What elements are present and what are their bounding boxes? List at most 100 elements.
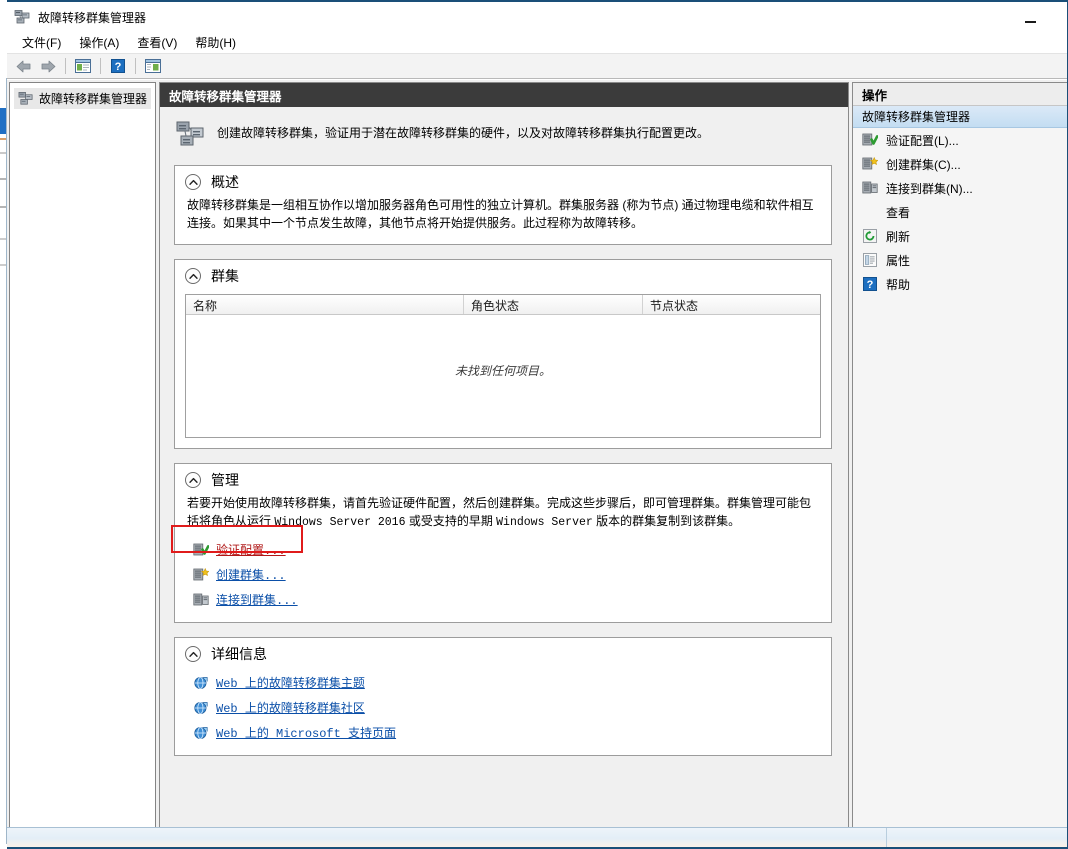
validate-configuration-row[interactable]: 验证配置...: [187, 537, 819, 562]
mgmt-text-3: 版本的群集复制到该群集。: [592, 514, 741, 528]
connect-to-cluster-row[interactable]: 连接到群集...: [187, 587, 819, 612]
intro-text: 创建故障转移群集，验证用于潜在故障转移群集的硬件，以及对故障转移群集执行配置更改…: [217, 126, 710, 140]
clusters-title: 群集: [211, 268, 240, 284]
management-title: 管理: [211, 472, 240, 488]
action-label: 验证配置(L)...: [886, 133, 959, 148]
action-connect-to-cluster[interactable]: 连接到群集(N)...: [853, 176, 1067, 200]
status-bar-message: [7, 828, 887, 847]
globe-icon: [193, 725, 209, 741]
chevron-up-icon[interactable]: [185, 268, 202, 284]
action-validate-configuration[interactable]: 验证配置(L)...: [853, 128, 1067, 152]
cluster-icon: [18, 91, 34, 107]
clusters-table: 名称 角色状态 节点状态 未找到任何项目。: [185, 294, 821, 438]
web-topics-row[interactable]: Web 上的故障转移群集主题: [187, 670, 819, 695]
background-window-sliver: [0, 78, 7, 844]
chevron-up-icon[interactable]: [185, 174, 202, 190]
web-microsoft-support-link[interactable]: Web 上的 Microsoft 支持页面: [216, 724, 396, 741]
menu-view[interactable]: 查看(V): [128, 32, 186, 53]
console-tree-pane: 故障转移群集管理器: [9, 82, 157, 838]
chevron-up-icon[interactable]: [185, 646, 202, 663]
refresh-icon: [862, 228, 878, 244]
properties-icon: [862, 252, 878, 268]
action-label: 连接到群集(N)...: [886, 181, 973, 196]
validate-configuration-link[interactable]: 验证配置...: [216, 541, 286, 558]
title-bar: 故障转移群集管理器: [7, 2, 1067, 32]
server-check-icon: [193, 542, 210, 558]
mgmt-mono-1: Windows Server 2016: [274, 516, 406, 529]
overview-paragraph: 故障转移群集是一组相互协作以增加服务器角色可用性的独立计算机。群集服务器 (称为…: [187, 198, 814, 230]
details-header[interactable]: 详细信息: [175, 638, 831, 668]
svg-text:?: ?: [867, 279, 874, 291]
overview-header[interactable]: 概述: [175, 166, 831, 196]
web-failover-cluster-topics-link[interactable]: Web 上的故障转移群集主题: [216, 674, 365, 691]
failover-cluster-manager-window: 故障转移群集管理器 文件(F) 操作(A) 查看(V) 帮助(H) ? 故障转移…: [7, 0, 1068, 849]
server-connect-icon: [862, 180, 878, 196]
server-connect-icon: [193, 592, 209, 608]
web-community-row[interactable]: Web 上的故障转移群集社区: [187, 695, 819, 720]
connect-to-cluster-link[interactable]: 连接到群集...: [216, 591, 298, 608]
center-scroll-area: 创建故障转移群集，验证用于潜在故障转移群集的硬件，以及对故障转移群集执行配置更改…: [160, 107, 848, 837]
mgmt-mono-2: Windows Server: [496, 516, 593, 529]
toolbar-separator-2: [100, 58, 101, 74]
toolbar-separator-3: [135, 58, 136, 74]
menu-help[interactable]: 帮助(H): [186, 32, 245, 53]
back-arrow-icon[interactable]: [13, 56, 35, 77]
web-support-row[interactable]: Web 上的 Microsoft 支持页面: [187, 720, 819, 745]
center-pane-title: 故障转移群集管理器: [160, 83, 848, 107]
cluster-large-icon: [176, 119, 206, 149]
action-properties[interactable]: 属性: [853, 248, 1067, 272]
menu-file[interactable]: 文件(F): [13, 32, 70, 53]
status-bar: [7, 827, 1067, 847]
cluster-icon: [14, 9, 31, 26]
management-body: 若要开始使用故障转移群集，请首先验证硬件配置，然后创建群集。完成这些步骤后，即可…: [175, 494, 831, 622]
help-icon: ?: [862, 276, 878, 292]
section-details: 详细信息 Web 上的故障转移群集主题 Web 上的故障转移群集社区 Web 上…: [174, 637, 832, 757]
action-label: 帮助: [886, 277, 911, 292]
status-bar-right: [887, 828, 1067, 847]
management-paragraph: 若要开始使用故障转移群集，请首先验证硬件配置，然后创建群集。完成这些步骤后，即可…: [187, 494, 819, 531]
toolbar: ?: [7, 54, 1067, 79]
server-new-icon: [862, 156, 878, 172]
details-title: 详细信息: [211, 646, 268, 663]
web-failover-cluster-community-link[interactable]: Web 上的故障转移群集社区: [216, 699, 365, 716]
column-header-name[interactable]: 名称: [186, 295, 465, 314]
tree-item-label: 故障转移群集管理器: [39, 92, 148, 106]
details-body: Web 上的故障转移群集主题 Web 上的故障转移群集社区 Web 上的 Mic…: [175, 668, 831, 755]
show-hide-tree-icon[interactable]: [72, 56, 94, 77]
actions-pane: 操作 故障转移群集管理器 验证配置(L)... 创建群集(C)... 连接到群集…: [852, 82, 1067, 838]
action-view[interactable]: 查看: [853, 200, 1067, 224]
management-header[interactable]: 管理: [175, 464, 831, 494]
section-clusters: 群集 名称 角色状态 节点状态 未找到任何项目。: [174, 259, 832, 449]
actions-pane-title: 操作: [853, 83, 1067, 106]
server-check-icon: [862, 132, 878, 148]
actions-group-title[interactable]: 故障转移群集管理器: [853, 106, 1067, 128]
mgmt-text-2: 或受支持的早期: [405, 514, 497, 528]
tree-item-failover-cluster-manager[interactable]: 故障转移群集管理器: [14, 88, 152, 109]
clusters-header[interactable]: 群集: [175, 260, 831, 290]
forward-arrow-icon[interactable]: [37, 56, 59, 77]
overview-title: 概述: [211, 174, 240, 190]
action-label: 创建群集(C)...: [886, 157, 961, 172]
column-header-role-status[interactable]: 角色状态: [464, 295, 644, 314]
window-title: 故障转移群集管理器: [38, 10, 147, 25]
toolbar-separator-1: [65, 58, 66, 74]
intro-row: 创建故障转移群集，验证用于潜在故障转移群集的硬件，以及对故障转移群集执行配置更改…: [160, 107, 848, 161]
overview-body: 故障转移群集是一组相互协作以增加服务器角色可用性的独立计算机。群集服务器 (称为…: [175, 196, 831, 244]
create-cluster-link[interactable]: 创建群集...: [216, 566, 286, 583]
show-hide-action-pane-icon[interactable]: [142, 56, 164, 77]
minimize-button[interactable]: [1015, 6, 1045, 28]
menu-bar: 文件(F) 操作(A) 查看(V) 帮助(H): [7, 32, 1067, 54]
svg-text:?: ?: [115, 61, 122, 73]
action-label: 查看: [886, 205, 911, 220]
main-body: 故障转移群集管理器 故障转移群集管理器 创建故障转移群集，验证用于潜在故障转移群…: [7, 80, 1067, 841]
menu-action[interactable]: 操作(A): [70, 32, 128, 53]
section-overview: 概述 故障转移群集是一组相互协作以增加服务器角色可用性的独立计算机。群集服务器 …: [174, 165, 832, 245]
action-help[interactable]: ? 帮助: [853, 272, 1067, 296]
action-create-cluster[interactable]: 创建群集(C)...: [853, 152, 1067, 176]
column-header-node-status[interactable]: 节点状态: [643, 295, 820, 314]
chevron-up-icon[interactable]: [185, 472, 202, 488]
action-refresh[interactable]: 刷新: [853, 224, 1067, 248]
help-icon[interactable]: ?: [107, 56, 129, 77]
create-cluster-row[interactable]: 创建群集...: [187, 562, 819, 587]
server-new-icon: [193, 567, 210, 583]
